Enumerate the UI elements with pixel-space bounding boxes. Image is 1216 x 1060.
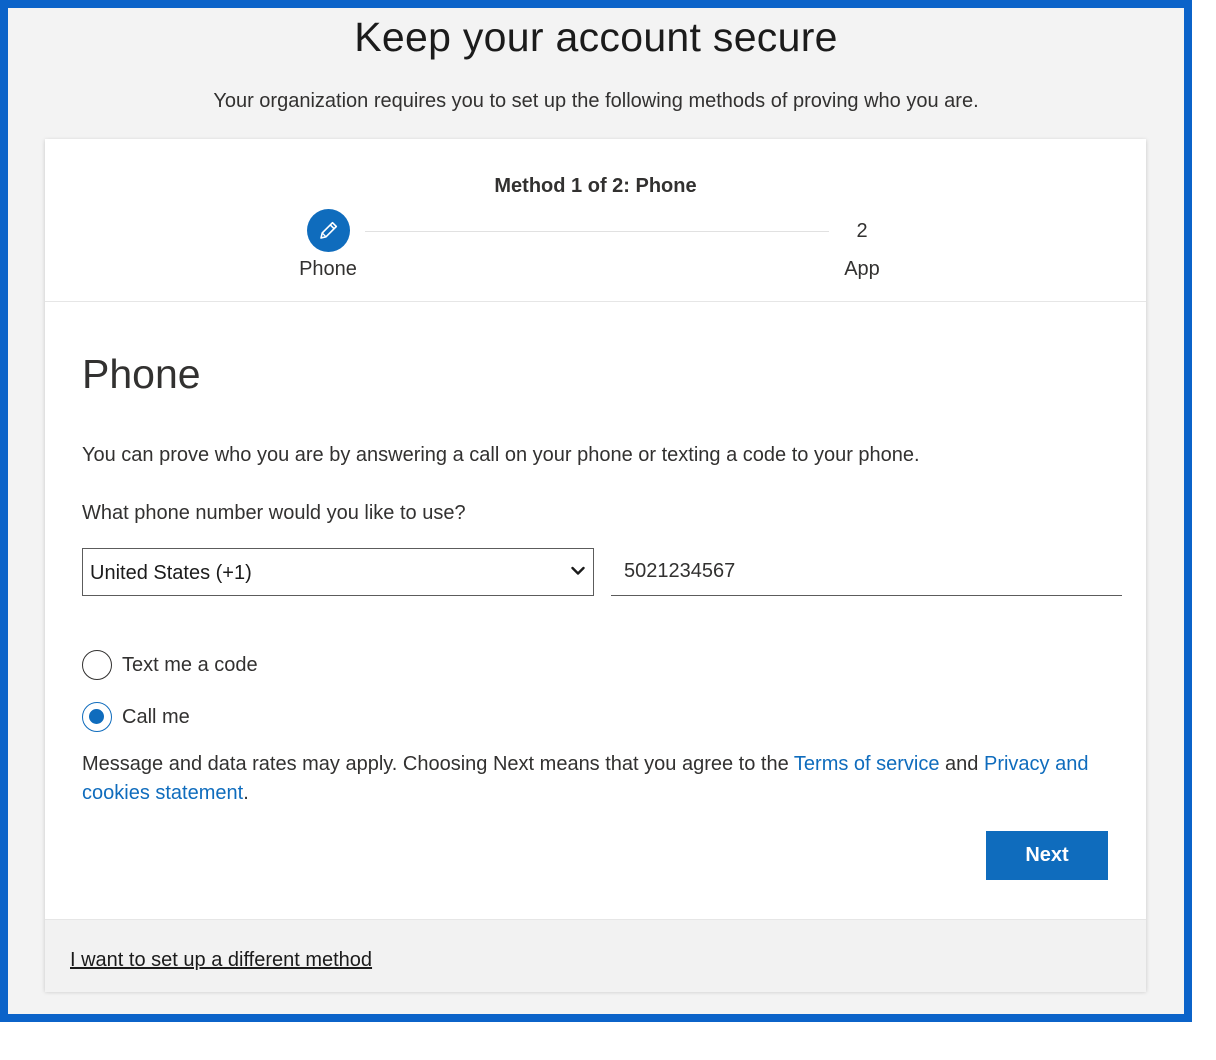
page-title: Keep your account secure bbox=[354, 14, 838, 60]
step-1-indicator bbox=[307, 209, 350, 252]
method-heading: Method 1 of 2: Phone bbox=[494, 175, 697, 197]
phone-question: What phone number would you like to use? bbox=[82, 502, 466, 524]
terms-of-service-link[interactable]: Terms of service bbox=[794, 753, 940, 775]
text-me-radio[interactable] bbox=[82, 650, 112, 680]
rates-disclaimer: Message and data rates may apply. Choosi… bbox=[82, 750, 1122, 808]
country-code-select[interactable]: United States (+1) bbox=[82, 548, 594, 596]
next-button[interactable]: Next bbox=[986, 831, 1108, 880]
call-me-radio[interactable] bbox=[82, 702, 112, 732]
call-me-label: Call me bbox=[122, 706, 190, 728]
setup-card: Method 1 of 2: Phone 2 Phone App Phone Y… bbox=[45, 139, 1146, 992]
step-1-label: Phone bbox=[299, 258, 357, 280]
radio-selected-dot bbox=[89, 709, 104, 724]
phone-description: You can prove who you are by answering a… bbox=[82, 444, 920, 466]
step-2-number: 2 bbox=[856, 220, 868, 242]
window-frame: Keep your account secure Your organizati… bbox=[0, 0, 1192, 1022]
phone-number-input[interactable] bbox=[611, 548, 1122, 596]
disclaimer-suffix: . bbox=[243, 782, 249, 804]
pencil-icon bbox=[320, 221, 338, 239]
card-footer: I want to set up a different method bbox=[45, 919, 1146, 992]
page-subtitle: Your organization requires you to set up… bbox=[213, 90, 979, 112]
text-me-label: Text me a code bbox=[122, 654, 258, 676]
chevron-down-icon bbox=[571, 566, 585, 575]
disclaimer-prefix: Message and data rates may apply. Choosi… bbox=[82, 753, 794, 775]
step-2-label: App bbox=[844, 258, 880, 280]
step-connector bbox=[365, 231, 829, 232]
method-progress: Method 1 of 2: Phone 2 Phone App bbox=[45, 139, 1146, 302]
different-method-link[interactable]: I want to set up a different method bbox=[70, 949, 372, 972]
disclaimer-middle: and bbox=[939, 753, 984, 775]
country-code-value: United States (+1) bbox=[90, 562, 252, 584]
section-title: Phone bbox=[82, 351, 201, 397]
